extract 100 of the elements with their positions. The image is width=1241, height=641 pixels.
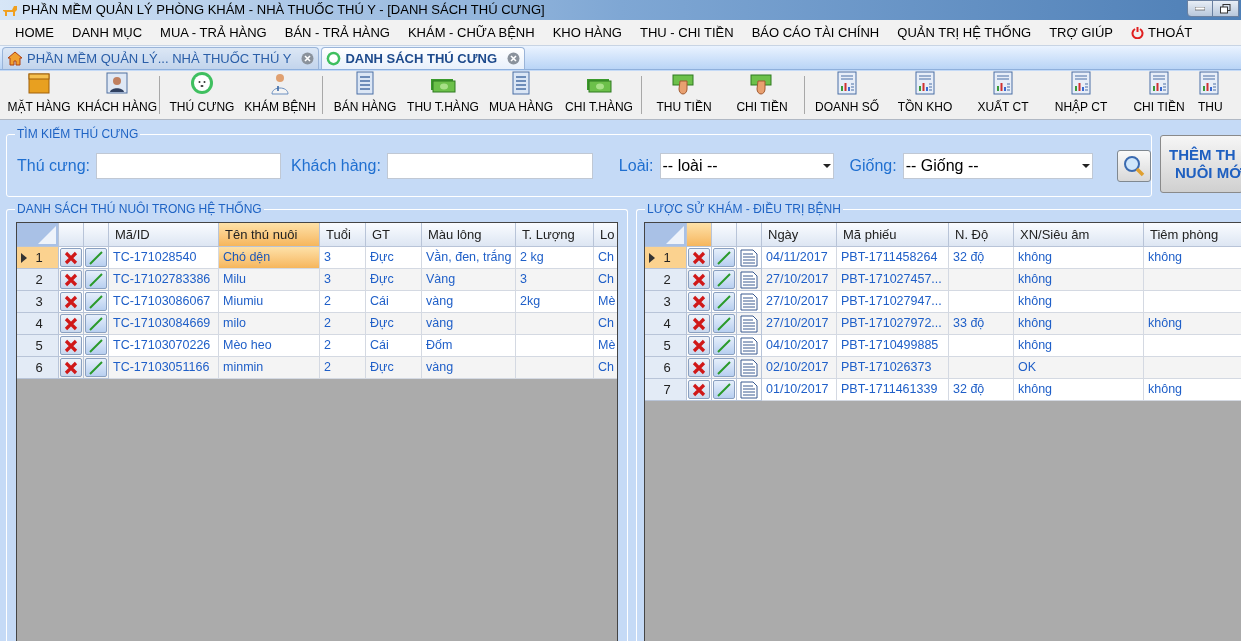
- toolbar-button[interactable]: KHÁM BỆNH: [241, 71, 319, 119]
- column-header[interactable]: Mã phiếu: [837, 223, 949, 247]
- toolbar-button[interactable]: THU: [1198, 71, 1238, 119]
- document-button[interactable]: [738, 358, 760, 377]
- menu-item[interactable]: MUA - TRẢ HÀNG: [151, 20, 276, 45]
- restore-button[interactable]: [1213, 0, 1239, 17]
- row-header[interactable]: 1: [645, 247, 687, 269]
- close-icon[interactable]: [507, 52, 520, 65]
- close-icon[interactable]: [301, 52, 315, 65]
- delete-button[interactable]: [60, 358, 82, 377]
- toolbar-button[interactable]: BÁN HÀNG: [326, 71, 404, 119]
- menu-item[interactable]: KHÁM - CHỮA BỆNH: [398, 20, 544, 45]
- toolbar-button[interactable]: THU TIỀN: [645, 71, 723, 119]
- document-tab[interactable]: DANH SÁCH THÚ CƯNG: [321, 47, 525, 69]
- document-tab[interactable]: PHẦN MỀM QUẢN LÝ... NHÀ THUỐC THÚ Y: [2, 47, 320, 69]
- row-header[interactable]: 2: [645, 269, 687, 291]
- delete-button[interactable]: [60, 314, 82, 333]
- menu-item[interactable]: DANH MỤC: [63, 20, 152, 45]
- toolbar-button[interactable]: DOANH SỐ: [808, 71, 886, 119]
- edit-button[interactable]: [713, 358, 735, 377]
- column-header[interactable]: N. Độ: [949, 223, 1014, 247]
- document-button[interactable]: [738, 270, 760, 289]
- menu-item[interactable]: THOÁT: [1122, 20, 1202, 45]
- column-header[interactable]: Lo: [594, 223, 617, 247]
- delete-button[interactable]: [688, 380, 710, 399]
- column-header[interactable]: T. Lượng: [516, 223, 594, 247]
- delete-button[interactable]: [60, 292, 82, 311]
- delete-button[interactable]: [688, 292, 710, 311]
- pencil-icon: [716, 272, 732, 287]
- row-header[interactable]: 3: [17, 291, 59, 313]
- edit-button[interactable]: [713, 380, 735, 399]
- edit-button[interactable]: [713, 336, 735, 355]
- toolbar-button[interactable]: XUẤT CT: [964, 71, 1042, 119]
- column-header[interactable]: Màu lông: [422, 223, 516, 247]
- menu-item[interactable]: BÁO CÁO TÀI CHÍNH: [742, 20, 889, 45]
- edit-button[interactable]: [713, 248, 735, 267]
- document-button[interactable]: [738, 380, 760, 399]
- delete-button[interactable]: [688, 314, 710, 333]
- edit-button[interactable]: [713, 270, 735, 289]
- column-header[interactable]: Mã/ID: [109, 223, 219, 247]
- table-cell: vàng: [422, 357, 516, 379]
- edit-button[interactable]: [713, 314, 735, 333]
- edit-button[interactable]: [85, 248, 107, 267]
- delete-button[interactable]: [688, 270, 710, 289]
- edit-button[interactable]: [85, 336, 107, 355]
- edit-button[interactable]: [85, 314, 107, 333]
- row-header[interactable]: 2: [17, 269, 59, 291]
- list-icon: [509, 71, 533, 95]
- toolbar-button[interactable]: CHI T.HÀNG: [560, 71, 638, 119]
- dropdown[interactable]: -- Giống --: [902, 152, 1093, 179]
- toolbar-button[interactable]: MẶT HÀNG: [0, 71, 78, 119]
- toolbar-button[interactable]: TỒN KHO: [886, 71, 964, 119]
- column-header[interactable]: XN/Siêu âm: [1014, 223, 1144, 247]
- column-header[interactable]: Ngày: [762, 223, 837, 247]
- row-header[interactable]: 4: [17, 313, 59, 335]
- menu-item[interactable]: TRỢ GIÚP: [1040, 20, 1122, 45]
- row-header[interactable]: 5: [17, 335, 59, 357]
- menu-item[interactable]: KHO HÀNG: [543, 20, 631, 45]
- search-button[interactable]: [1116, 149, 1151, 182]
- row-header[interactable]: 7: [645, 379, 687, 401]
- toolbar-button[interactable]: NHẬP CT: [1042, 71, 1120, 119]
- row-header[interactable]: 6: [645, 357, 687, 379]
- menu-item[interactable]: HOME: [6, 20, 63, 45]
- delete-button[interactable]: [688, 248, 710, 267]
- document-button[interactable]: [738, 314, 760, 333]
- menu-item[interactable]: QUẢN TRỊ HỆ THỐNG: [888, 20, 1041, 45]
- document-button[interactable]: [738, 336, 760, 355]
- dropdown[interactable]: -- loài --: [659, 152, 834, 179]
- toolbar-button[interactable]: THU T.HÀNG: [404, 71, 482, 119]
- row-header[interactable]: 1: [17, 247, 59, 269]
- toolbar-button[interactable]: KHÁCH HÀNG: [78, 71, 156, 119]
- row-header[interactable]: 3: [645, 291, 687, 313]
- toolbar-button[interactable]: CHI TIỀN: [1120, 71, 1198, 119]
- toolbar-button[interactable]: MUA HÀNG: [482, 71, 560, 119]
- delete-button[interactable]: [60, 336, 82, 355]
- toolbar-button[interactable]: THÚ CƯNG: [163, 71, 241, 119]
- delete-button[interactable]: [688, 336, 710, 355]
- text-field[interactable]: [386, 152, 593, 179]
- edit-button[interactable]: [85, 292, 107, 311]
- column-header[interactable]: GT: [366, 223, 422, 247]
- toolbar-button[interactable]: CHI TIỀN: [723, 71, 801, 119]
- column-header[interactable]: Tên thú nuôi: [219, 223, 320, 247]
- document-button[interactable]: [738, 248, 760, 267]
- edit-button[interactable]: [85, 270, 107, 289]
- column-header[interactable]: Tiêm phòng: [1144, 223, 1241, 247]
- delete-button[interactable]: [688, 358, 710, 377]
- edit-button[interactable]: [85, 358, 107, 377]
- text-field[interactable]: [95, 152, 281, 179]
- delete-button[interactable]: [60, 248, 82, 267]
- edit-button[interactable]: [713, 292, 735, 311]
- row-header[interactable]: 5: [645, 335, 687, 357]
- menu-item[interactable]: THU - CHI TIỀN: [631, 20, 743, 45]
- minimize-icon: [1195, 6, 1205, 11]
- table-cell: TC-17103051166: [109, 357, 219, 379]
- row-header[interactable]: 4: [645, 313, 687, 335]
- menu-item[interactable]: BÁN - TRẢ HÀNG: [275, 20, 399, 45]
- document-button[interactable]: [738, 292, 760, 311]
- column-header[interactable]: Tuổi: [320, 223, 366, 247]
- delete-button[interactable]: [60, 270, 82, 289]
- row-header[interactable]: 6: [17, 357, 59, 379]
